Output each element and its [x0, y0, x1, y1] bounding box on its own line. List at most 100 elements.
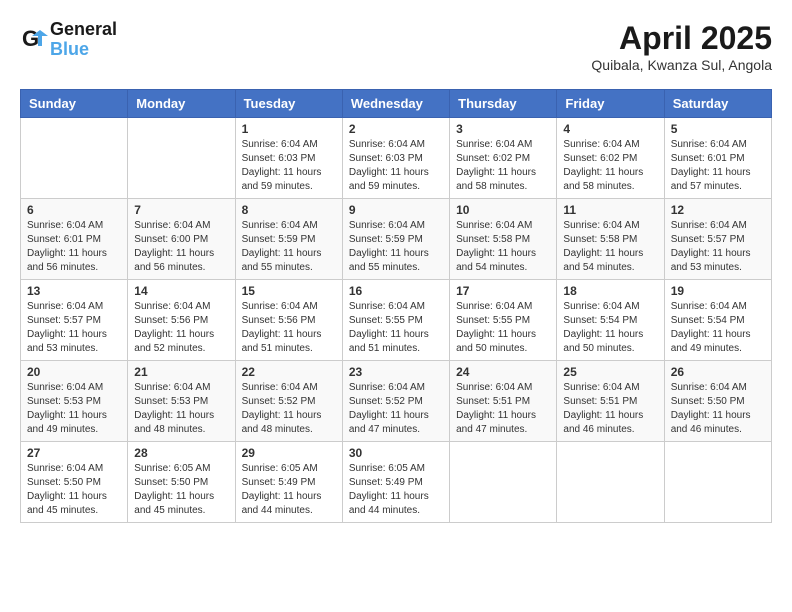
day-of-week-header: Thursday [450, 90, 557, 118]
day-info: Sunrise: 6:04 AM Sunset: 5:51 PM Dayligh… [456, 381, 550, 437]
calendar-cell [128, 118, 235, 199]
calendar-cell: 12 Sunrise: 6:04 AM Sunset: 5:57 PM Dayli… [664, 199, 771, 280]
calendar-week-row: 27 Sunrise: 6:04 AM Sunset: 5:50 PM Dayli… [21, 442, 772, 523]
day-info: Sunrise: 6:04 AM Sunset: 6:00 PM Dayligh… [134, 219, 228, 275]
day-info: Sunrise: 6:04 AM Sunset: 5:50 PM Dayligh… [671, 381, 765, 437]
calendar-cell: 13Sunrise: 6:04 AM Sunset: 5:57 PM Dayli… [21, 280, 128, 361]
day-number: 5 [671, 122, 765, 136]
day-number: 3 [456, 122, 550, 136]
day-info: Sunrise: 6:04 AM Sunset: 5:56 PM Dayligh… [242, 300, 336, 356]
calendar-cell: 28Sunrise: 6:05 AM Sunset: 5:50 PM Dayli… [128, 442, 235, 523]
calendar-cell: 17 Sunrise: 6:04 AM Sunset: 5:55 PM Dayli… [450, 280, 557, 361]
logo-icon: G [20, 26, 48, 54]
day-info: Sunrise: 6:04 AM Sunset: 5:53 PM Dayligh… [134, 381, 228, 437]
calendar-cell: 22Sunrise: 6:04 AM Sunset: 5:52 PM Dayli… [235, 361, 342, 442]
day-number: 16 [349, 284, 443, 298]
day-number: 2 [349, 122, 443, 136]
day-number: 30 [349, 446, 443, 460]
calendar-cell: 18 Sunrise: 6:04 AM Sunset: 5:54 PM Dayli… [557, 280, 664, 361]
location: Quibala, Kwanza Sul, Angola [591, 57, 772, 73]
day-info: Sunrise: 6:04 AM Sunset: 5:55 PM Dayligh… [456, 300, 550, 356]
svg-text:G: G [22, 26, 39, 51]
day-number: 12 [671, 203, 765, 217]
calendar-week-row: 20 Sunrise: 6:04 AM Sunset: 5:53 PM Dayli… [21, 361, 772, 442]
day-number: 25 [563, 365, 657, 379]
day-info: Sunrise: 6:04 AM Sunset: 6:03 PM Dayligh… [242, 138, 336, 194]
day-number: 27 [27, 446, 121, 460]
calendar-week-row: 1 Sunrise: 6:04 AM Sunset: 6:03 PM Daylig… [21, 118, 772, 199]
day-info: Sunrise: 6:04 AM Sunset: 6:01 PM Dayligh… [671, 138, 765, 194]
calendar-cell: 4Sunrise: 6:04 AM Sunset: 6:02 PM Daylig… [557, 118, 664, 199]
calendar-cell: 3 Sunrise: 6:04 AM Sunset: 6:02 PM Daylig… [450, 118, 557, 199]
calendar-cell: 30 Sunrise: 6:05 AM Sunset: 5:49 PM Dayli… [342, 442, 449, 523]
day-info: Sunrise: 6:04 AM Sunset: 5:58 PM Dayligh… [456, 219, 550, 275]
calendar-cell: 27 Sunrise: 6:04 AM Sunset: 5:50 PM Dayli… [21, 442, 128, 523]
day-of-week-header: Monday [128, 90, 235, 118]
day-info: Sunrise: 6:04 AM Sunset: 5:58 PM Dayligh… [563, 219, 657, 275]
calendar-week-row: 6Sunrise: 6:04 AM Sunset: 6:01 PM Daylig… [21, 199, 772, 280]
calendar-cell: 26Sunrise: 6:04 AM Sunset: 5:50 PM Dayli… [664, 361, 771, 442]
calendar-cell: 14 Sunrise: 6:04 AM Sunset: 5:56 PM Dayli… [128, 280, 235, 361]
day-info: Sunrise: 6:04 AM Sunset: 5:59 PM Dayligh… [242, 219, 336, 275]
calendar-cell [450, 442, 557, 523]
day-number: 9 [349, 203, 443, 217]
day-number: 11 [563, 203, 657, 217]
calendar-cell: 7 Sunrise: 6:04 AM Sunset: 6:00 PM Daylig… [128, 199, 235, 280]
day-info: Sunrise: 6:04 AM Sunset: 5:52 PM Dayligh… [349, 381, 443, 437]
day-info: Sunrise: 6:05 AM Sunset: 5:49 PM Dayligh… [349, 462, 443, 518]
day-number: 21 [134, 365, 228, 379]
calendar-cell: 1 Sunrise: 6:04 AM Sunset: 6:03 PM Daylig… [235, 118, 342, 199]
calendar-cell: 21 Sunrise: 6:04 AM Sunset: 5:53 PM Dayli… [128, 361, 235, 442]
logo: G GeneralBlue [20, 20, 117, 60]
day-number: 23 [349, 365, 443, 379]
calendar-cell: 20 Sunrise: 6:04 AM Sunset: 5:53 PM Dayli… [21, 361, 128, 442]
day-number: 13 [27, 284, 121, 298]
day-number: 6 [27, 203, 121, 217]
day-info: Sunrise: 6:04 AM Sunset: 5:54 PM Dayligh… [671, 300, 765, 356]
calendar-cell: 23 Sunrise: 6:04 AM Sunset: 5:52 PM Dayli… [342, 361, 449, 442]
day-number: 22 [242, 365, 336, 379]
calendar-cell: 11 Sunrise: 6:04 AM Sunset: 5:58 PM Dayli… [557, 199, 664, 280]
month-title: April 2025 [591, 20, 772, 57]
day-number: 24 [456, 365, 550, 379]
calendar-cell: 24 Sunrise: 6:04 AM Sunset: 5:51 PM Dayli… [450, 361, 557, 442]
day-info: Sunrise: 6:04 AM Sunset: 5:53 PM Dayligh… [27, 381, 121, 437]
day-info: Sunrise: 6:04 AM Sunset: 5:57 PM Dayligh… [671, 219, 765, 275]
calendar-cell: 9 Sunrise: 6:04 AM Sunset: 5:59 PM Daylig… [342, 199, 449, 280]
day-info: Sunrise: 6:04 AM Sunset: 6:02 PM Dayligh… [563, 138, 657, 194]
calendar-cell: 16Sunrise: 6:04 AM Sunset: 5:55 PM Dayli… [342, 280, 449, 361]
calendar-cell: 19Sunrise: 6:04 AM Sunset: 5:54 PM Dayli… [664, 280, 771, 361]
day-info: Sunrise: 6:04 AM Sunset: 6:02 PM Dayligh… [456, 138, 550, 194]
day-number: 14 [134, 284, 228, 298]
day-number: 1 [242, 122, 336, 136]
title-area: April 2025 Quibala, Kwanza Sul, Angola [591, 20, 772, 73]
calendar-cell: 2Sunrise: 6:04 AM Sunset: 6:03 PM Daylig… [342, 118, 449, 199]
logo-text: GeneralBlue [50, 20, 117, 60]
calendar-cell [557, 442, 664, 523]
day-info: Sunrise: 6:04 AM Sunset: 5:56 PM Dayligh… [134, 300, 228, 356]
calendar-cell: 10 Sunrise: 6:04 AM Sunset: 5:58 PM Dayli… [450, 199, 557, 280]
day-info: Sunrise: 6:04 AM Sunset: 5:59 PM Dayligh… [349, 219, 443, 275]
day-info: Sunrise: 6:04 AM Sunset: 5:50 PM Dayligh… [27, 462, 121, 518]
calendar-cell: 29 Sunrise: 6:05 AM Sunset: 5:49 PM Dayli… [235, 442, 342, 523]
calendar-cell [664, 442, 771, 523]
day-of-week-header: Saturday [664, 90, 771, 118]
day-of-week-header: Sunday [21, 90, 128, 118]
day-number: 10 [456, 203, 550, 217]
page-header: G GeneralBlue April 2025 Quibala, Kwanza… [20, 20, 772, 73]
calendar-cell [21, 118, 128, 199]
day-number: 20 [27, 365, 121, 379]
day-number: 28 [134, 446, 228, 460]
calendar-cell: 5 Sunrise: 6:04 AM Sunset: 6:01 PM Daylig… [664, 118, 771, 199]
calendar-cell: 25Sunrise: 6:04 AM Sunset: 5:51 PM Dayli… [557, 361, 664, 442]
day-number: 29 [242, 446, 336, 460]
day-number: 7 [134, 203, 228, 217]
day-info: Sunrise: 6:05 AM Sunset: 5:49 PM Dayligh… [242, 462, 336, 518]
calendar: SundayMondayTuesdayWednesdayThursdayFrid… [20, 89, 772, 523]
calendar-cell: 15Sunrise: 6:04 AM Sunset: 5:56 PM Dayli… [235, 280, 342, 361]
day-number: 18 [563, 284, 657, 298]
day-info: Sunrise: 6:04 AM Sunset: 5:54 PM Dayligh… [563, 300, 657, 356]
calendar-cell: 8Sunrise: 6:04 AM Sunset: 5:59 PM Daylig… [235, 199, 342, 280]
day-number: 17 [456, 284, 550, 298]
calendar-cell: 6Sunrise: 6:04 AM Sunset: 6:01 PM Daylig… [21, 199, 128, 280]
